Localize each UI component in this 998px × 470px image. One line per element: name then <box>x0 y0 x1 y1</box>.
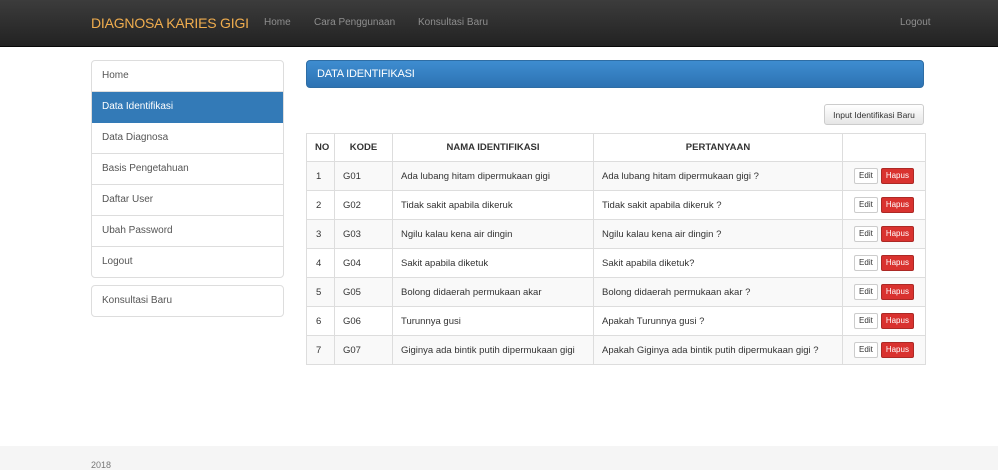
sidebar-item-home[interactable]: Home <box>92 61 283 92</box>
hapus-button[interactable]: Hapus <box>880 168 914 184</box>
cell-no: 4 <box>306 248 335 278</box>
identifikasi-table: NO KODE NAMA IDENTIFIKASI PERTANYAAN 1 G0… <box>306 133 926 365</box>
sidebar-item-daftar-user[interactable]: Daftar User <box>92 185 283 216</box>
table-row: 7 G07 Giginya ada bintik putih dipermukaan… <box>306 335 926 365</box>
cell-nama: Bolong didaerah permukaan akar <box>392 277 594 307</box>
cell-pertanyaan: Apakah Giginya ada bintik putih dipermuk… <box>593 335 843 365</box>
hapus-button[interactable]: Hapus <box>880 284 914 300</box>
edit-button[interactable]: Edit <box>854 284 878 300</box>
cell-kode: G01 <box>334 161 393 191</box>
cell-nama: Giginya ada bintik putih dipermukaan gig… <box>392 335 594 365</box>
cell-kode: G03 <box>334 219 393 249</box>
hapus-button[interactable]: Hapus <box>880 342 914 358</box>
table-row: 5 G05 Bolong didaerah permukaan akar Bolong… <box>306 277 926 307</box>
page-title: DATA IDENTIFIKASI <box>317 68 415 80</box>
nav-home[interactable]: Home <box>264 0 291 46</box>
hapus-button[interactable]: Hapus <box>880 313 914 329</box>
cell-no: 2 <box>306 190 335 220</box>
cell-kode: G02 <box>334 190 393 220</box>
cell-kode: G05 <box>334 277 393 307</box>
brand-link[interactable]: DIAGNOSA KARIES GIGI <box>91 0 249 46</box>
cell-nama: Sakit apabila diketuk <box>392 248 594 278</box>
hapus-button[interactable]: Hapus <box>880 197 914 213</box>
table-row: 6 G06 Turunnya gusi Apakah Turunnya gusi ? E… <box>306 306 926 336</box>
cell-pertanyaan: Apakah Turunnya gusi ? <box>593 306 843 336</box>
table-header-row: NO KODE NAMA IDENTIFIKASI PERTANYAAN <box>306 133 926 162</box>
cell-pertanyaan: Ngilu kalau kena air dingin ? <box>593 219 843 249</box>
hapus-button[interactable]: Hapus <box>880 226 914 242</box>
cell-no: 1 <box>306 161 335 191</box>
sidebar-item-logout[interactable]: Logout <box>92 247 283 277</box>
nav-cara-penggunaan[interactable]: Cara Penggunaan <box>314 0 395 46</box>
cell-actions: Edit Hapus <box>842 190 926 220</box>
cell-nama: Ngilu kalau kena air dingin <box>392 219 594 249</box>
edit-button[interactable]: Edit <box>854 168 878 184</box>
sidebar-secondary: Konsultasi Baru <box>91 285 284 317</box>
cell-pertanyaan: Sakit apabila diketuk? <box>593 248 843 278</box>
column-header-no: NO <box>306 133 335 162</box>
sidebar-menu: Home Data Identifikasi Data Diagnosa Bas… <box>91 60 284 278</box>
cell-actions: Edit Hapus <box>842 306 926 336</box>
cell-no: 7 <box>306 335 335 365</box>
edit-button[interactable]: Edit <box>854 313 878 329</box>
cell-actions: Edit Hapus <box>842 277 926 307</box>
sidebar-item-data-diagnosa[interactable]: Data Diagnosa <box>92 123 283 154</box>
sidebar-item-konsultasi-baru[interactable]: Konsultasi Baru <box>92 286 283 316</box>
hapus-button[interactable]: Hapus <box>880 255 914 271</box>
cell-pertanyaan: Ada lubang hitam dipermukaan gigi ? <box>593 161 843 191</box>
cell-actions: Edit Hapus <box>842 161 926 191</box>
footer: 2018 <box>0 446 998 470</box>
top-navbar: DIAGNOSA KARIES GIGI Home Cara Penggunaa… <box>0 0 998 47</box>
cell-actions: Edit Hapus <box>842 335 926 365</box>
column-header-actions <box>842 133 926 162</box>
cell-no: 3 <box>306 219 335 249</box>
cell-no: 6 <box>306 306 335 336</box>
cell-nama: Turunnya gusi <box>392 306 594 336</box>
edit-button[interactable]: Edit <box>854 197 878 213</box>
nav-logout[interactable]: Logout <box>900 0 931 46</box>
cell-pertanyaan: Bolong didaerah permukaan akar ? <box>593 277 843 307</box>
sidebar-item-data-identifikasi[interactable]: Data Identifikasi <box>92 92 283 123</box>
cell-pertanyaan: Tidak sakit apabila dikeruk ? <box>593 190 843 220</box>
edit-button[interactable]: Edit <box>854 342 878 358</box>
edit-button[interactable]: Edit <box>854 255 878 271</box>
footer-text: 2018 <box>91 460 112 470</box>
input-identifikasi-baru-button[interactable]: Input Identifikasi Baru <box>824 104 924 125</box>
cell-kode: G06 <box>334 306 393 336</box>
cell-nama: Tidak sakit apabila dikeruk <box>392 190 594 220</box>
table-row: 1 G01 Ada lubang hitam dipermukaan gigi Ada… <box>306 161 926 191</box>
sidebar-item-ubah-password[interactable]: Ubah Password <box>92 216 283 247</box>
cell-kode: G07 <box>334 335 393 365</box>
column-header-kode: KODE <box>334 133 393 162</box>
table-row: 3 G03 Ngilu kalau kena air dingin Ngilu kal… <box>306 219 926 249</box>
column-header-pertanyaan: PERTANYAAN <box>593 133 843 162</box>
nav-konsultasi-baru[interactable]: Konsultasi Baru <box>418 0 488 46</box>
sidebar-item-basis-pengetahuan[interactable]: Basis Pengetahuan <box>92 154 283 185</box>
edit-button[interactable]: Edit <box>854 226 878 242</box>
panel-heading: DATA IDENTIFIKASI <box>306 60 924 88</box>
cell-actions: Edit Hapus <box>842 219 926 249</box>
cell-actions: Edit Hapus <box>842 248 926 278</box>
cell-kode: G04 <box>334 248 393 278</box>
cell-no: 5 <box>306 277 335 307</box>
cell-nama: Ada lubang hitam dipermukaan gigi <box>392 161 594 191</box>
table-row: 4 G04 Sakit apabila diketuk Sakit apabila d… <box>306 248 926 278</box>
column-header-nama: NAMA IDENTIFIKASI <box>392 133 594 162</box>
table-row: 2 G02 Tidak sakit apabila dikeruk Tidak sak… <box>306 190 926 220</box>
